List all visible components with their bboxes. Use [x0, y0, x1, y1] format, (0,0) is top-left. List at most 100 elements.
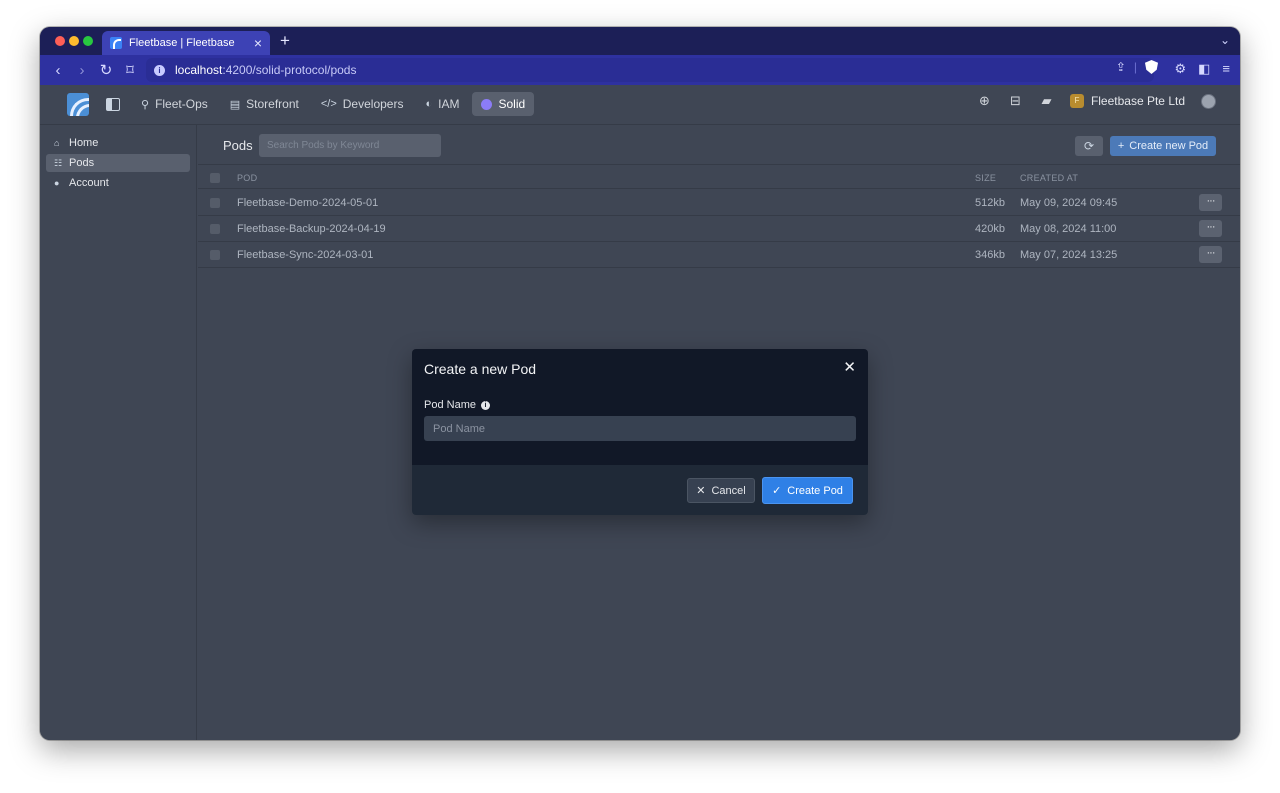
pod-size: 420kb — [975, 223, 1005, 235]
row-checkbox[interactable] — [210, 198, 220, 208]
pod-created-at: May 09, 2024 09:45 — [1020, 197, 1118, 209]
pod-name[interactable]: Fleetbase-Sync-2024-03-01 — [237, 249, 373, 261]
reload-icon[interactable]: ↻ — [94, 61, 118, 79]
select-all-checkbox[interactable] — [210, 173, 220, 183]
modal-title: Create a new Pod — [424, 361, 537, 377]
browser-toolbar: ‹ › ↻ ⌑ i localhost:4200/solid-protocol/… — [40, 55, 1240, 85]
nav-item-solid[interactable]: Solid — [472, 92, 535, 116]
table-row[interactable]: Fleetbase-Demo-2024-05-01 512kb May 09, … — [198, 190, 1240, 216]
close-icon[interactable]: ✕ — [843, 360, 856, 376]
header-actions: ⊕ ⊟ ▰ F Fleetbase Pte Ltd — [977, 93, 1216, 109]
url-path: :4200/solid-protocol/pods — [222, 63, 357, 77]
brave-shield-icon[interactable] — [1145, 60, 1158, 74]
cancel-button[interactable]: ✕ Cancel — [687, 478, 755, 503]
check-icon: ✓ — [772, 485, 782, 497]
tab-list-chevron-icon[interactable]: ⌄ — [1220, 33, 1230, 47]
browser-extension-icons: ⚙ ◧ ≡ — [1174, 61, 1230, 77]
create-new-pod-button[interactable]: + Create new Pod — [1110, 136, 1216, 156]
row-checkbox[interactable] — [210, 250, 220, 260]
bookmark-icon[interactable]: ⌑ — [118, 61, 142, 79]
share-icon[interactable]: ⇪ — [1116, 60, 1126, 74]
close-window-button[interactable] — [55, 36, 65, 46]
app-nav: ⚲ Fleet-Ops ▤ Storefront </> Developers … — [132, 92, 535, 116]
row-actions-ellipsis-icon[interactable]: ··· — [1199, 194, 1222, 211]
globe-icon[interactable]: ⊕ — [977, 93, 992, 109]
table-header: POD SIZE CREATED AT — [198, 166, 1240, 189]
nav-item-iam[interactable]: ◐ IAM — [416, 92, 468, 116]
site-info-icon[interactable]: i — [154, 64, 165, 76]
sidebar: ⌂ Home ☷ Pods ● Account — [40, 125, 197, 740]
create-pod-modal: Create a new Pod ✕ Pod Name i ✕ Cancel ✓… — [412, 349, 868, 515]
create-pod-button[interactable]: ✓ Create Pod — [762, 477, 853, 504]
sidebar-panel-icon[interactable]: ◧ — [1198, 61, 1210, 77]
cancel-label: Cancel — [711, 484, 746, 497]
tab-title: Fleetbase | Fleetbase — [129, 37, 235, 49]
sidebar-item-home[interactable]: ⌂ Home — [46, 134, 190, 152]
nav-item-developers[interactable]: </> Developers — [312, 92, 413, 116]
nav-item-storefront[interactable]: ▤ Storefront — [221, 92, 308, 116]
inbox-icon[interactable]: ⊟ — [1008, 93, 1023, 109]
fleetbase-favicon-icon — [110, 37, 122, 49]
code-icon: </> — [320, 98, 337, 110]
new-tab-button[interactable]: + — [280, 31, 290, 51]
refresh-button[interactable]: ⟳ — [1075, 136, 1103, 156]
sidebar-item-account[interactable]: ● Account — [46, 174, 190, 192]
sidebar-item-pods[interactable]: ☷ Pods — [46, 154, 190, 172]
forward-arrow-icon[interactable]: › — [70, 62, 94, 79]
nav-item-label: Storefront — [246, 97, 299, 111]
table-row[interactable]: Fleetbase-Backup-2024-04-19 420kb May 08… — [198, 216, 1240, 242]
shield-icon: ◐ — [425, 98, 433, 110]
column-header-created[interactable]: CREATED AT — [1020, 173, 1078, 183]
column-header-size[interactable]: SIZE — [975, 173, 996, 183]
browser-tab-bar: Fleetbase | Fleetbase × + ⌄ — [40, 27, 1240, 55]
nav-item-label: Solid — [498, 97, 526, 111]
create-new-pod-label: Create new Pod — [1129, 140, 1209, 152]
pod-name-input[interactable] — [424, 416, 856, 441]
address-bar-actions: ⇪ | — [1116, 60, 1158, 74]
pods-toolbar: Pods ⟳ + Create new Pod — [198, 125, 1240, 165]
extensions-icon[interactable]: ⚙ — [1174, 61, 1186, 77]
user-icon: ● — [54, 178, 60, 188]
plus-icon: + — [1117, 140, 1125, 152]
pod-size: 512kb — [975, 197, 1005, 209]
avatar[interactable] — [1201, 93, 1216, 109]
org-name: Fleetbase Pte Ltd — [1090, 94, 1185, 108]
column-header-pod[interactable]: POD — [237, 173, 257, 183]
sidebar-toggle-icon[interactable] — [106, 98, 120, 111]
refresh-icon: ⟳ — [1083, 139, 1095, 153]
solid-icon — [481, 98, 493, 110]
minimize-window-button[interactable] — [69, 36, 79, 46]
home-icon: ⌂ — [54, 138, 60, 148]
nav-item-label: IAM — [438, 97, 460, 111]
create-pod-label: Create Pod — [787, 484, 843, 497]
pod-name-label: Pod Name i — [424, 399, 490, 411]
maximize-window-button[interactable] — [83, 36, 93, 46]
route-icon: ⚲ — [141, 98, 150, 111]
fleetbase-logo-icon[interactable] — [67, 93, 89, 116]
row-actions-ellipsis-icon[interactable]: ··· — [1199, 246, 1222, 263]
row-actions-ellipsis-icon[interactable]: ··· — [1199, 220, 1222, 237]
nav-item-fleet-ops[interactable]: ⚲ Fleet-Ops — [132, 92, 217, 116]
pod-name[interactable]: Fleetbase-Backup-2024-04-19 — [237, 223, 386, 235]
toolbar-divider: | — [1133, 60, 1137, 74]
tab-close-icon[interactable]: × — [254, 36, 262, 50]
app-header: ⚲ Fleet-Ops ▤ Storefront </> Developers … — [40, 85, 1240, 125]
back-arrow-icon[interactable]: ‹ — [46, 62, 70, 79]
browser-tab[interactable]: Fleetbase | Fleetbase × — [102, 31, 270, 55]
x-icon: ✕ — [696, 485, 706, 497]
list-icon: ☷ — [54, 157, 63, 168]
sidebar-item-label: Account — [69, 177, 109, 189]
browser-window: Fleetbase | Fleetbase × + ⌄ ‹ › ↻ ⌑ i lo… — [40, 27, 1240, 740]
modal-body: Create a new Pod ✕ Pod Name i — [412, 349, 868, 465]
table-row[interactable]: Fleetbase-Sync-2024-03-01 346kb May 07, … — [198, 242, 1240, 268]
search-input[interactable] — [259, 134, 441, 157]
info-icon[interactable]: i — [480, 400, 490, 410]
pod-created-at: May 08, 2024 11:00 — [1020, 223, 1117, 235]
chat-icon[interactable]: ▰ — [1039, 93, 1054, 109]
address-bar[interactable]: i localhost:4200/solid-protocol/pods — [146, 58, 1154, 82]
organization-switcher[interactable]: F Fleetbase Pte Ltd — [1069, 94, 1185, 108]
pod-name[interactable]: Fleetbase-Demo-2024-05-01 — [237, 197, 378, 209]
browser-menu-icon[interactable]: ≡ — [1222, 61, 1230, 77]
nav-item-label: Fleet-Ops — [155, 97, 208, 111]
row-checkbox[interactable] — [210, 224, 220, 234]
